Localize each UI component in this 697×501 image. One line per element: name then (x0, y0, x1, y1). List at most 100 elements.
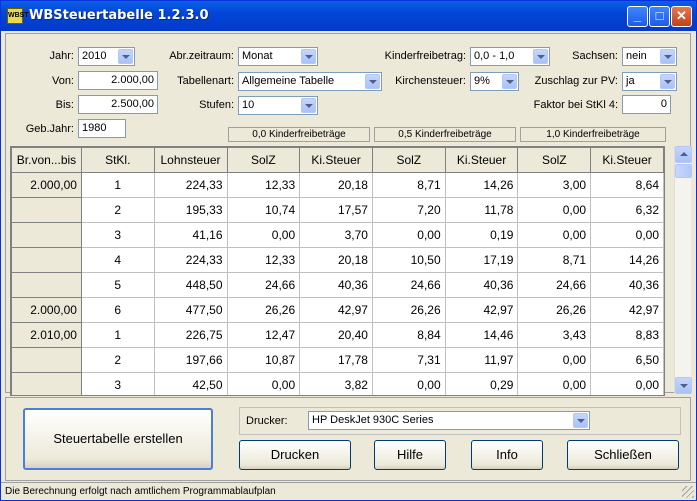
table-cell[interactable]: 0,00 (517, 197, 592, 223)
table-cell[interactable]: 5 (80, 272, 155, 298)
table-cell[interactable]: 8,64 (590, 172, 664, 198)
table-cell[interactable]: 41,16 (153, 222, 228, 248)
vertical-scrollbar[interactable] (674, 146, 692, 394)
table-cell[interactable] (11, 347, 82, 373)
table-cell[interactable]: 11,97 (444, 347, 519, 373)
table-cell[interactable] (11, 247, 82, 273)
table-cell[interactable] (11, 272, 82, 298)
table-cell[interactable]: 8,71 (517, 247, 592, 273)
table-cell[interactable]: 12,33 (226, 172, 301, 198)
table-row[interactable]: 5 448,50 24,66 40,36 24,66 40,36 24,66 40,36 (11, 272, 664, 298)
table-row[interactable]: 2 195,33 10,74 17,57 7,20 11,78 0,00 6,32 (11, 197, 664, 223)
chevron-down-icon[interactable] (660, 49, 675, 64)
table-cell[interactable]: 224,33 (153, 247, 228, 273)
chevron-down-icon[interactable] (301, 49, 316, 64)
schliessen-button[interactable]: Schließen (567, 440, 679, 470)
table-cell[interactable]: 6,32 (590, 197, 664, 223)
table-cell[interactable]: 0,29 (444, 372, 519, 395)
table-cell[interactable]: 0,00 (226, 372, 301, 395)
chevron-down-icon[interactable] (502, 74, 517, 89)
table-cell[interactable]: 2.000,00 (11, 172, 82, 198)
table-cell[interactable]: 26,26 (226, 297, 301, 323)
table-cell[interactable]: 8,83 (590, 322, 664, 348)
table-cell[interactable]: 195,33 (153, 197, 228, 223)
table-cell[interactable]: 40,36 (444, 272, 519, 298)
table-cell[interactable]: 14,46 (444, 322, 519, 348)
table-cell[interactable]: 3,82 (299, 372, 373, 395)
chevron-down-icon[interactable] (573, 413, 588, 428)
col-header-kisteuer-0[interactable]: Ki.Steuer (299, 147, 373, 173)
stufen-select[interactable]: 10 (238, 96, 318, 115)
table-cell[interactable]: 24,66 (226, 272, 301, 298)
table-cell[interactable]: 42,97 (444, 297, 519, 323)
tabellenart-select[interactable]: Allgemeine Tabelle (238, 72, 382, 91)
scroll-thumb[interactable] (675, 164, 692, 178)
table-row[interactable]: 2.000,00 1 224,33 12,33 20,18 8,71 14,26 3,00 8,… (11, 172, 664, 198)
table-cell[interactable]: 17,57 (299, 197, 373, 223)
table-cell[interactable]: 2.000,00 (11, 297, 82, 323)
table-cell[interactable]: 4 (80, 247, 155, 273)
table-cell[interactable]: 24,66 (371, 272, 446, 298)
table-cell[interactable]: 3,70 (299, 222, 373, 248)
table-cell[interactable] (11, 372, 82, 395)
jahr-select[interactable]: 2010 (78, 47, 135, 66)
table-cell[interactable]: 226,75 (153, 322, 228, 348)
table-cell[interactable]: 40,36 (299, 272, 373, 298)
table-cell[interactable]: 0,00 (517, 372, 592, 395)
hilfe-button[interactable]: Hilfe (374, 440, 446, 470)
table-cell[interactable]: 20,18 (299, 247, 373, 273)
col-header-solz-1[interactable]: SolZ (517, 147, 592, 173)
table-cell[interactable]: 2.010,00 (11, 322, 82, 348)
table-cell[interactable]: 197,66 (153, 347, 228, 373)
bis-input[interactable]: 2.500,00 (78, 95, 158, 114)
table-cell[interactable]: 0,00 (226, 222, 301, 248)
table-cell[interactable]: 24,66 (517, 272, 592, 298)
drucker-select[interactable]: HP DeskJet 930C Series (308, 411, 590, 430)
table-cell[interactable]: 3 (80, 222, 155, 248)
col-header-solz-0[interactable]: SolZ (226, 147, 301, 173)
table-row[interactable]: 4 224,33 12,33 20,18 10,50 17,19 8,71 14,26 (11, 247, 664, 273)
table-cell[interactable]: 7,20 (371, 197, 446, 223)
close-button[interactable]: ✕ (671, 6, 692, 27)
table-cell[interactable]: 6 (80, 297, 155, 323)
create-table-button[interactable]: Steuertabelle erstellen (23, 408, 213, 470)
table-cell[interactable]: 20,18 (299, 172, 373, 198)
col-header-stkl[interactable]: StKl. (80, 147, 155, 173)
tax-table-grid[interactable]: Br.von...bis StKl. Lohnsteuer SolZ Ki.St… (10, 146, 665, 396)
table-cell[interactable]: 3,43 (517, 322, 592, 348)
table-cell[interactable]: 11,78 (444, 197, 519, 223)
maximize-button[interactable]: □ (649, 6, 670, 27)
table-cell[interactable]: 42,50 (153, 372, 228, 395)
table-cell[interactable]: 7,31 (371, 347, 446, 373)
kirchensteuer-select[interactable]: 9% (470, 72, 519, 91)
table-cell[interactable]: 2 (80, 347, 155, 373)
table-cell[interactable]: 0,00 (590, 222, 664, 248)
table-cell[interactable]: 448,50 (153, 272, 228, 298)
von-input[interactable]: 2.000,00 (78, 71, 158, 90)
col-header-brutto[interactable]: Br.von...bis (11, 147, 82, 173)
table-cell[interactable]: 0,00 (590, 372, 664, 395)
table-cell[interactable]: 42,97 (299, 297, 373, 323)
resize-grip-icon[interactable] (682, 486, 694, 498)
col-header-lohnsteuer[interactable]: Lohnsteuer (153, 147, 228, 173)
sachsen-select[interactable]: nein (622, 47, 677, 66)
col-header-kisteuer-05[interactable]: Ki.Steuer (444, 147, 519, 173)
table-cell[interactable]: 1 (80, 172, 155, 198)
chevron-down-icon[interactable] (118, 49, 133, 64)
chevron-down-icon[interactable] (660, 74, 675, 89)
table-cell[interactable]: 26,26 (371, 297, 446, 323)
col-header-kisteuer-1[interactable]: Ki.Steuer (590, 147, 664, 173)
table-row[interactable]: 3 41,16 0,00 3,70 0,00 0,19 0,00 0,00 (11, 222, 664, 248)
table-cell[interactable]: 3,00 (517, 172, 592, 198)
table-cell[interactable]: 0,00 (371, 372, 446, 395)
faktor-input[interactable]: 0 (622, 95, 671, 114)
table-cell[interactable]: 17,19 (444, 247, 519, 273)
chevron-down-icon[interactable] (301, 98, 316, 113)
table-row[interactable]: 3 42,50 0,00 3,82 0,00 0,29 0,00 0,00 (11, 372, 664, 395)
scroll-down-icon[interactable] (675, 377, 692, 394)
table-cell[interactable]: 224,33 (153, 172, 228, 198)
table-cell[interactable]: 10,50 (371, 247, 446, 273)
table-cell[interactable]: 1 (80, 322, 155, 348)
table-cell[interactable]: 17,78 (299, 347, 373, 373)
title-bar[interactable]: WBST WBSteuertabelle 1.2.3.0 _ □ ✕ (1, 1, 696, 31)
